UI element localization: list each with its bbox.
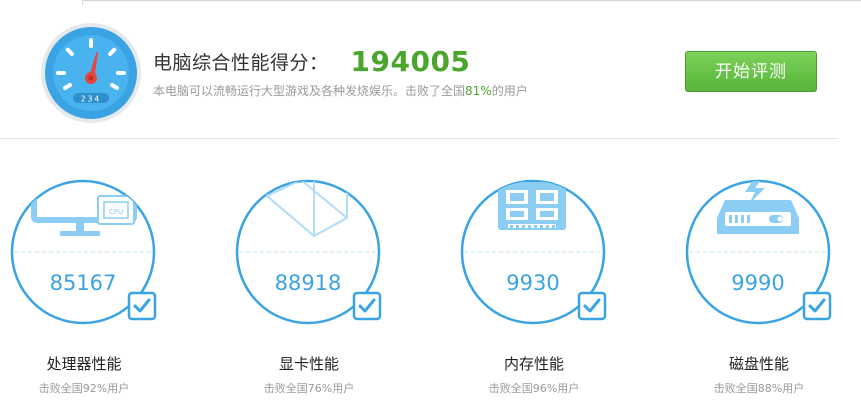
score-summary: 本电脑可以流畅运行大型游戏及各种发烧娱乐。击败了全国81%的用户 <box>153 82 528 99</box>
cpu-chip-label: CPU <box>109 208 123 216</box>
score-circle: CPU 85167 <box>10 179 157 325</box>
header-divider <box>0 138 838 139</box>
check-icon <box>127 291 157 321</box>
category-name: 磁盘性能 <box>728 355 789 373</box>
gauge-readout: 234 <box>81 95 101 104</box>
category-card-disk: 9990 磁盘性能 击败全国88%用户 <box>679 178 839 408</box>
score-circle: 9930 <box>460 179 607 325</box>
start-benchmark-button[interactable]: 开始评测 <box>685 51 817 92</box>
category-score: 9930 <box>506 271 559 295</box>
category-score: 9990 <box>731 271 784 295</box>
score-title-row: 电脑综合性能得分： 194005 <box>153 44 470 78</box>
category-rank: 击败全国92%用户 <box>38 382 130 395</box>
check-icon <box>352 291 382 321</box>
check-icon <box>577 291 607 321</box>
category-rank: 击败全国88%用户 <box>713 382 805 395</box>
category-name: 内存性能 <box>503 355 564 373</box>
summary-prefix: 本电脑可以流畅运行大型游戏及各种发烧娱乐。击败了全国 <box>153 84 466 98</box>
category-card-gpu: 88918 显卡性能 击败全国76%用户 <box>229 178 389 408</box>
category-name: 显卡性能 <box>278 355 339 373</box>
check-icon <box>802 291 832 321</box>
category-card-cpu: CPU 85167 处理器性能 击败全国92%用户 <box>4 178 164 408</box>
score-header: 234 电脑综合性能得分： 194005 本电脑可以流畅运行大型游戏及各种发烧娱… <box>0 0 861 138</box>
score-title: 电脑综合性能得分： <box>153 51 329 74</box>
category-card-memory: 9930 内存性能 击败全国96%用户 <box>454 178 614 408</box>
score-circle: 88918 <box>235 179 382 325</box>
category-rank: 击败全国96%用户 <box>488 382 580 395</box>
speedometer-icon: 234 <box>41 23 141 123</box>
summary-percent: 81% <box>465 84 492 98</box>
category-score: 85167 <box>50 271 117 295</box>
total-score: 194005 <box>350 44 471 78</box>
summary-suffix: 的用户 <box>491 84 528 98</box>
category-rank: 击败全国76%用户 <box>263 382 355 395</box>
score-circle: 9990 <box>685 179 832 325</box>
category-score: 88918 <box>275 271 342 295</box>
category-name: 处理器性能 <box>46 355 122 373</box>
